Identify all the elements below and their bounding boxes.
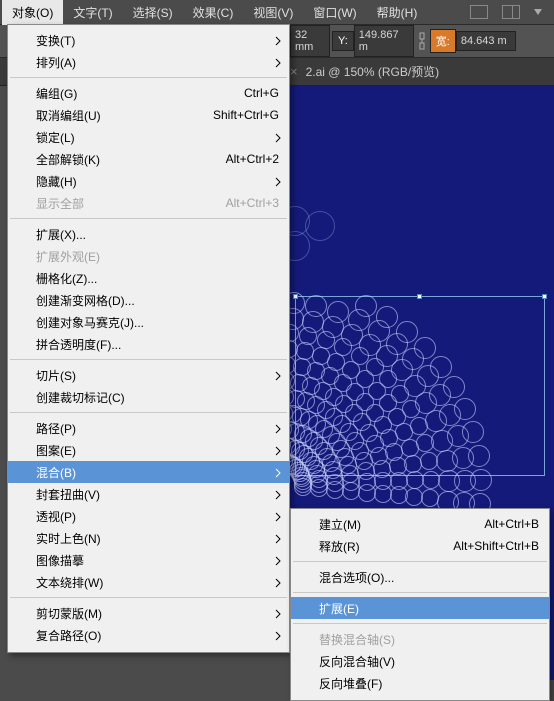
mi-imagetrace[interactable]: 图像描摹	[8, 549, 289, 571]
blend-circle	[405, 488, 423, 506]
mi-lock[interactable]: 锁定(L)	[8, 126, 289, 148]
mi-expandapp: 扩展外观(E)	[8, 245, 289, 267]
smi-replace: 替换混合轴(S)	[291, 628, 549, 650]
smi-make[interactable]: 建立(M)Alt+Ctrl+B	[291, 513, 549, 535]
menu-effect[interactable]: 效果(C)	[183, 0, 244, 25]
mi-group[interactable]: 编组(G)Ctrl+G	[8, 82, 289, 104]
mi-envelope[interactable]: 封套扭曲(V)	[8, 483, 289, 505]
chevron-right-icon	[275, 533, 281, 547]
blend-circle	[436, 450, 458, 472]
menubar: 对象(O) 文字(T) 选择(S) 效果(C) 视图(V) 窗口(W) 帮助(H…	[0, 0, 554, 24]
chevron-right-icon	[275, 132, 281, 146]
w-input[interactable]: 84.643 m	[456, 31, 516, 51]
tab-close-icon[interactable]: ×	[290, 64, 298, 79]
chevron-right-icon	[275, 511, 281, 525]
chevron-right-icon	[275, 608, 281, 622]
blend-circle	[422, 471, 440, 489]
smi-options[interactable]: 混合选项(O)...	[291, 566, 549, 588]
chevron-right-icon	[275, 489, 281, 503]
menu-view[interactable]: 视图(V)	[243, 0, 303, 25]
mi-slice[interactable]: 切片(S)	[8, 364, 289, 386]
dropdown-icon[interactable]	[534, 9, 542, 15]
mi-showall: 显示全部Alt+Ctrl+3	[8, 192, 289, 214]
handle[interactable]	[417, 294, 422, 299]
mi-pattern[interactable]: 图案(E)	[8, 439, 289, 461]
w-label: 宽:	[430, 29, 456, 53]
mi-transform[interactable]: 变换(T)	[8, 29, 289, 51]
chevron-right-icon	[275, 467, 281, 481]
chevron-right-icon	[275, 577, 281, 591]
blend-circle	[401, 439, 419, 457]
mi-unlockall[interactable]: 全部解锁(K)Alt+Ctrl+2	[8, 148, 289, 170]
menu-select[interactable]: 选择(S)	[123, 0, 183, 25]
smi-reverse[interactable]: 反向混合轴(V)	[291, 650, 549, 672]
mi-arrange[interactable]: 排列(A)	[8, 51, 289, 73]
mi-cropmarks[interactable]: 创建裁切标记(C)	[8, 386, 289, 408]
mi-hide[interactable]: 隐藏(H)	[8, 170, 289, 192]
menu-type[interactable]: 文字(T)	[63, 0, 122, 25]
chevron-right-icon	[275, 423, 281, 437]
chevron-right-icon	[275, 57, 281, 71]
smi-release[interactable]: 释放(R)Alt+Shift+Ctrl+B	[291, 535, 549, 557]
blend-submenu: 建立(M)Alt+Ctrl+B 释放(R)Alt+Shift+Ctrl+B 混合…	[290, 508, 550, 701]
chevron-right-icon	[275, 370, 281, 384]
chevron-right-icon	[275, 630, 281, 644]
blend-circle	[404, 455, 422, 473]
smi-expand[interactable]: 扩展(E)	[291, 597, 549, 619]
mi-livepaint[interactable]: 实时上色(N)	[8, 527, 289, 549]
mi-ungroup[interactable]: 取消编组(U)Shift+Ctrl+G	[8, 104, 289, 126]
workspace-icon[interactable]	[470, 5, 488, 19]
mi-mosaic[interactable]: 创建对象马赛克(J)...	[8, 311, 289, 333]
object-menu: 变换(T) 排列(A) 编组(G)Ctrl+G 取消编组(U)Shift+Ctr…	[7, 24, 290, 653]
menubar-icons	[470, 5, 554, 19]
mi-compound[interactable]: 复合路径(O)	[8, 624, 289, 646]
chevron-right-icon	[275, 445, 281, 459]
mi-perspective[interactable]: 透视(P)	[8, 505, 289, 527]
handle[interactable]	[542, 294, 547, 299]
blend-circle	[438, 470, 460, 492]
mi-expand[interactable]: 扩展(X)...	[8, 223, 289, 245]
menu-help[interactable]: 帮助(H)	[367, 0, 428, 25]
mi-rasterize[interactable]: 栅格化(Z)...	[8, 267, 289, 289]
chevron-right-icon	[275, 176, 281, 190]
dim-value[interactable]: 32 mm	[290, 25, 330, 57]
tab-label[interactable]: 2.ai @ 150% (RGB/预览)	[306, 63, 440, 80]
mi-clipmask[interactable]: 剪切蒙版(M)	[8, 602, 289, 624]
mi-textwrap[interactable]: 文本绕排(W)	[8, 571, 289, 593]
menu-window[interactable]: 窗口(W)	[303, 0, 366, 25]
chevron-right-icon	[275, 35, 281, 49]
smi-reversefb[interactable]: 反向堆叠(F)	[291, 672, 549, 694]
link-icon[interactable]	[416, 30, 428, 52]
y-input[interactable]: 149.867 m	[354, 25, 414, 57]
mi-gradmesh[interactable]: 创建渐变网格(D)...	[8, 289, 289, 311]
menu-object[interactable]: 对象(O)	[2, 0, 63, 25]
blend-circle	[406, 471, 424, 489]
y-label: Y:	[332, 31, 354, 51]
mi-path[interactable]: 路径(P)	[8, 417, 289, 439]
arrange-docs-icon[interactable]	[502, 5, 520, 19]
chevron-right-icon	[275, 555, 281, 569]
mi-flatten[interactable]: 拼合透明度(F)...	[8, 333, 289, 355]
mi-blend[interactable]: 混合(B)	[8, 461, 289, 483]
